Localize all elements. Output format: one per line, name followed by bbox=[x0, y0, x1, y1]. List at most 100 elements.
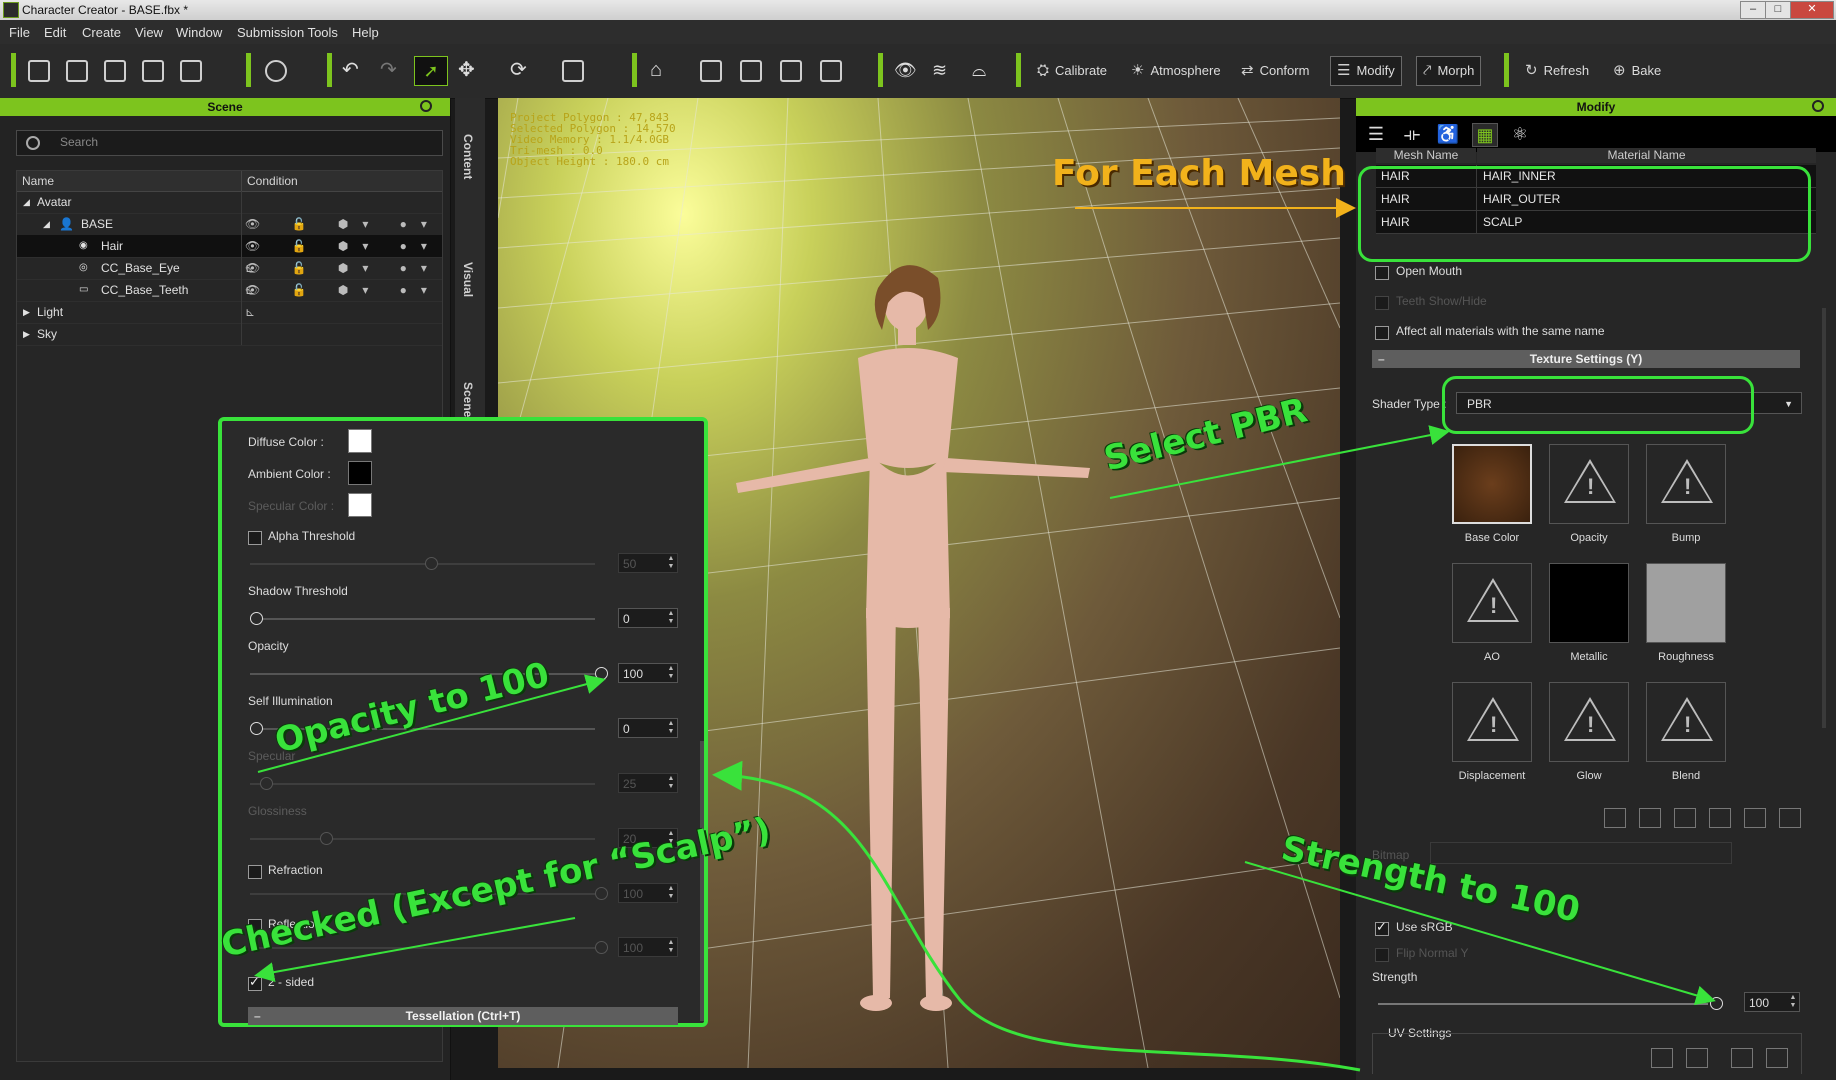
diffuse-color-swatch[interactable] bbox=[348, 429, 372, 453]
bitmap-field[interactable] bbox=[1430, 842, 1732, 864]
use-srgb-checkbox[interactable] bbox=[1375, 919, 1389, 936]
alpha-threshold-slider[interactable] bbox=[250, 557, 595, 570]
checker-icon[interactable] bbox=[1744, 808, 1766, 828]
strength-slider[interactable] bbox=[1378, 997, 1723, 1010]
scene-search-input[interactable]: Search bbox=[16, 130, 443, 156]
tab-visual[interactable]: Visual bbox=[461, 262, 475, 297]
render-icon[interactable] bbox=[265, 56, 287, 84]
close-button[interactable]: ✕ bbox=[1790, 1, 1834, 19]
new-file-icon[interactable] bbox=[28, 56, 50, 84]
metallic-slot[interactable] bbox=[1549, 563, 1629, 643]
displacement-slot[interactable]: ! bbox=[1452, 682, 1532, 762]
menu-help[interactable]: Help bbox=[352, 25, 379, 40]
refraction-value[interactable]: 100 ▲ ▼ bbox=[618, 883, 678, 903]
load-texture-icon[interactable] bbox=[1604, 808, 1626, 828]
eye-view-icon[interactable]: 👁 bbox=[894, 56, 917, 84]
refraction-checkbox[interactable] bbox=[248, 865, 262, 879]
collapse-icon[interactable]: ◢ bbox=[43, 213, 50, 235]
select-tool-icon[interactable]: ➚ bbox=[414, 56, 448, 86]
affect-all-checkbox[interactable] bbox=[1375, 326, 1389, 340]
tree-row-sky[interactable]: ▶ Sky bbox=[17, 323, 442, 346]
menu-edit[interactable]: Edit bbox=[44, 25, 66, 40]
redo-icon[interactable]: ↷ bbox=[380, 56, 397, 84]
base-color-slot[interactable] bbox=[1452, 444, 1532, 524]
panel-scrollbar[interactable] bbox=[700, 741, 704, 1021]
modify-close-icon[interactable] bbox=[1812, 100, 1824, 112]
grid-icon[interactable] bbox=[1674, 808, 1696, 828]
strength-value[interactable]: 100 ▲ ▼ bbox=[1744, 992, 1800, 1012]
glossiness-slider[interactable] bbox=[250, 832, 595, 845]
save-texture-icon[interactable] bbox=[1639, 808, 1661, 828]
shadow-threshold-slider[interactable] bbox=[250, 612, 595, 625]
specular-value[interactable]: 25 ▲ ▼ bbox=[618, 773, 678, 793]
align-center-icon[interactable] bbox=[740, 56, 762, 84]
menu-create[interactable]: Create bbox=[82, 25, 121, 40]
teeth-checkbox[interactable] bbox=[1375, 296, 1389, 310]
menu-file[interactable]: File bbox=[9, 25, 30, 40]
save-icon[interactable] bbox=[104, 56, 126, 84]
tree-row-hair[interactable]: ◉ Hair 👁 🔓 ⬢▾ ●▾ ⊾ bbox=[17, 235, 442, 275]
tab-content[interactable]: Content bbox=[461, 134, 475, 179]
snap-icon[interactable] bbox=[780, 56, 802, 84]
expand-icon[interactable]: ▶ bbox=[23, 323, 30, 345]
ao-slot[interactable]: ! bbox=[1452, 563, 1532, 643]
edit-texture-icon[interactable] bbox=[1709, 808, 1731, 828]
shadow-threshold-value[interactable]: 0 ▲ ▼ bbox=[618, 608, 678, 628]
rotate-tool-icon[interactable]: ⟳ bbox=[510, 56, 527, 84]
calibrate-button[interactable]: ⛭ Calibrate bbox=[1030, 56, 1114, 86]
menu-window[interactable]: Window bbox=[176, 25, 222, 40]
alpha-threshold-checkbox[interactable] bbox=[248, 531, 262, 545]
open-mouth-checkbox[interactable] bbox=[1375, 266, 1389, 280]
self-illumination-value[interactable]: 0 ▲ ▼ bbox=[618, 718, 678, 738]
opacity-slot[interactable]: ! bbox=[1549, 444, 1629, 524]
blend-slot[interactable]: ! bbox=[1646, 682, 1726, 762]
home-camera-icon[interactable]: ⌂ bbox=[650, 56, 662, 84]
export-icon[interactable] bbox=[142, 56, 164, 84]
reflection-value[interactable]: 100 ▲ ▼ bbox=[618, 937, 678, 957]
condition-icons[interactable]: 👁 🔓 ⬢▾ ●▾ ⊾ bbox=[245, 235, 442, 275]
uv-icon[interactable] bbox=[1766, 1048, 1788, 1068]
ambient-color-swatch[interactable] bbox=[348, 461, 372, 485]
roughness-slot[interactable] bbox=[1646, 563, 1726, 643]
material-tab-icon[interactable]: ▦ bbox=[1472, 123, 1498, 147]
refresh-button[interactable]: ↻ Refresh bbox=[1518, 56, 1596, 86]
uv-icon[interactable] bbox=[1651, 1048, 1673, 1068]
tab-scene[interactable]: Scene bbox=[461, 382, 475, 417]
physics-icon[interactable]: ⚛ bbox=[1508, 123, 1532, 145]
alpha-threshold-value[interactable]: 50 ▲ ▼ bbox=[618, 553, 678, 573]
tree-row-eye[interactable]: ◎ CC_Base_Eye 👁 🔓 ⬢▾ ●▾ ⊾ bbox=[17, 257, 442, 297]
character-body[interactable] bbox=[736, 275, 1090, 1011]
specular-color-swatch[interactable] bbox=[348, 493, 372, 517]
tree-row-teeth[interactable]: ▭ CC_Base_Teeth 👁 🔓 ⬢▾ ●▾ ⊾ bbox=[17, 279, 442, 319]
import-icon[interactable] bbox=[180, 56, 202, 84]
open-file-icon[interactable] bbox=[66, 56, 88, 84]
tree-row-base[interactable]: ◢ 👤 BASE 👁 🔓 ⬢▾ ●▾ ⊾ bbox=[17, 213, 442, 253]
condition-icons[interactable]: 👁 🔓 ⬢▾ ●▾ ⊾ bbox=[245, 257, 442, 297]
bake-button[interactable]: ⊕ Bake bbox=[1606, 56, 1668, 86]
tree-row-light[interactable]: ▶ Light bbox=[17, 301, 442, 324]
glow-slot[interactable]: ! bbox=[1549, 682, 1629, 762]
move-tool-icon[interactable]: ✥ bbox=[458, 56, 475, 84]
two-sided-checkbox[interactable] bbox=[248, 974, 262, 991]
align-down-icon[interactable] bbox=[700, 56, 722, 84]
morph-button[interactable]: ⤤ Morph bbox=[1416, 56, 1482, 86]
texture-settings-bar[interactable]: – Texture Settings (Y) bbox=[1372, 350, 1800, 368]
tessellation-bar[interactable]: – Tessellation (Ctrl+T) bbox=[248, 1007, 678, 1025]
bump-slot[interactable]: ! bbox=[1646, 444, 1726, 524]
scene-close-icon[interactable] bbox=[420, 100, 432, 112]
menu-view[interactable]: View bbox=[135, 25, 163, 40]
uv-icon[interactable] bbox=[1686, 1048, 1708, 1068]
condition-icons[interactable]: 👁 🔓 ⬢▾ ●▾ ⊾ bbox=[245, 213, 442, 253]
tree-row-avatar[interactable]: ◢ Avatar bbox=[17, 191, 442, 214]
uv-icon[interactable] bbox=[1731, 1048, 1753, 1068]
scale-tool-icon[interactable] bbox=[562, 56, 584, 84]
pose-icon[interactable]: ♿ bbox=[1436, 123, 1460, 145]
modify-button[interactable]: ☰ Modify bbox=[1330, 56, 1402, 86]
minimize-button[interactable]: – bbox=[1740, 1, 1766, 19]
menu-submission-tools[interactable]: Submission Tools bbox=[237, 25, 338, 40]
wireframe-icon[interactable]: ≋ bbox=[932, 56, 947, 84]
maximize-button[interactable]: □ bbox=[1765, 1, 1791, 19]
delete-icon[interactable] bbox=[1779, 808, 1801, 828]
column-name[interactable]: Name bbox=[22, 174, 54, 188]
undo-icon[interactable]: ↶ bbox=[342, 56, 359, 84]
